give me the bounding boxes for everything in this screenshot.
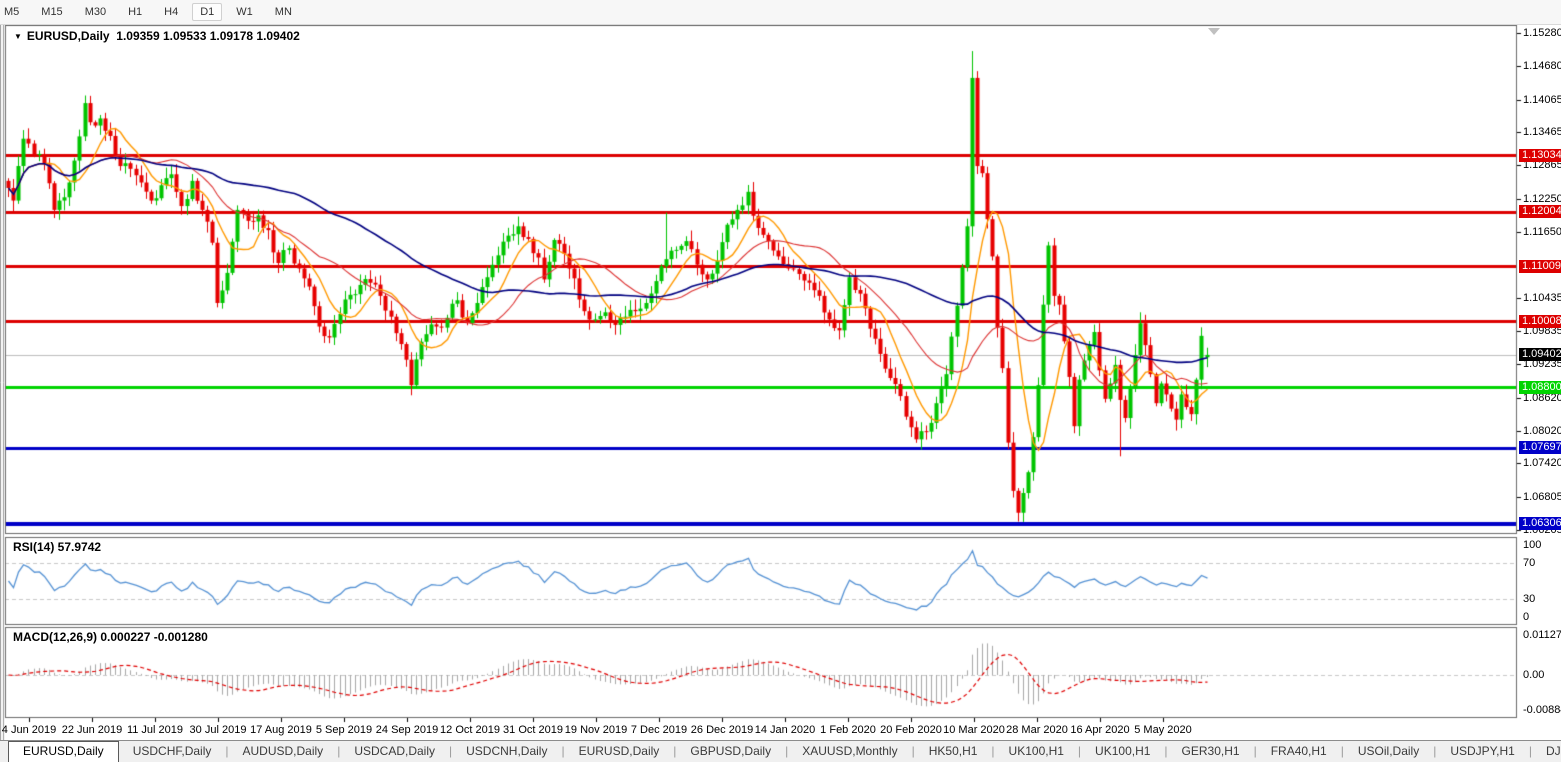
tab-uk100-h1-9[interactable]: UK100,H1 — [995, 741, 1078, 762]
tab-uk100-h1-10[interactable]: UK100,H1 — [1081, 741, 1164, 762]
tab-usdjpy-h1-14[interactable]: USDJPY,H1 — [1436, 741, 1528, 762]
price-chart-canvas[interactable] — [0, 25, 1561, 740]
tab-fra40-h1-12[interactable]: FRA40,H1 — [1257, 741, 1341, 762]
tab-usdcnh-daily-4[interactable]: USDCNH,Daily — [452, 741, 561, 762]
tab-usdcad-daily-3[interactable]: USDCAD,Daily — [340, 741, 449, 762]
tab-hk50-h1-8[interactable]: HK50,H1 — [915, 741, 992, 762]
tab-usoil-daily-13[interactable]: USOil,Daily — [1344, 741, 1433, 762]
tab-audusd-daily-2[interactable]: AUDUSD,Daily — [229, 741, 338, 762]
tab-gbpusd-daily-6[interactable]: GBPUSD,Daily — [676, 741, 785, 762]
tab-dj30-daily-15[interactable]: DJ30,Daily — [1532, 741, 1561, 762]
timeframe-button-m30[interactable]: M30 — [77, 3, 114, 21]
timeframe-button-mn[interactable]: MN — [267, 3, 300, 21]
mt4-chart-window: M5M15M30H1H4D1W1MN ▼EURUSD,Daily 1.09359… — [0, 0, 1561, 762]
chart-tab-bar: EURUSD,DailyUSDCHF,Daily|AUDUSD,Daily|US… — [0, 740, 1561, 762]
timeframe-toolbar: M5 M15 M30 H1 H4 D1 W1 MN — [0, 0, 1561, 25]
timeframe-button-d1[interactable]: D1 — [192, 3, 222, 21]
timeframe-button-m15[interactable]: M15 — [33, 3, 70, 21]
timeframe-button-w1[interactable]: W1 — [228, 3, 261, 21]
tab-eurusd-daily-0[interactable]: EURUSD,Daily — [8, 741, 119, 762]
tab-xauusd-monthly-7[interactable]: XAUUSD,Monthly — [788, 741, 911, 762]
tab-ger30-h1-11[interactable]: GER30,H1 — [1168, 741, 1254, 762]
tab-eurusd-daily-5[interactable]: EURUSD,Daily — [565, 741, 674, 762]
timeframe-button-h4[interactable]: H4 — [156, 3, 186, 21]
timeframe-button-m5[interactable]: M5 — [0, 3, 27, 21]
timeframe-button-h1[interactable]: H1 — [120, 3, 150, 21]
tab-usdchf-daily-1[interactable]: USDCHF,Daily — [119, 741, 226, 762]
